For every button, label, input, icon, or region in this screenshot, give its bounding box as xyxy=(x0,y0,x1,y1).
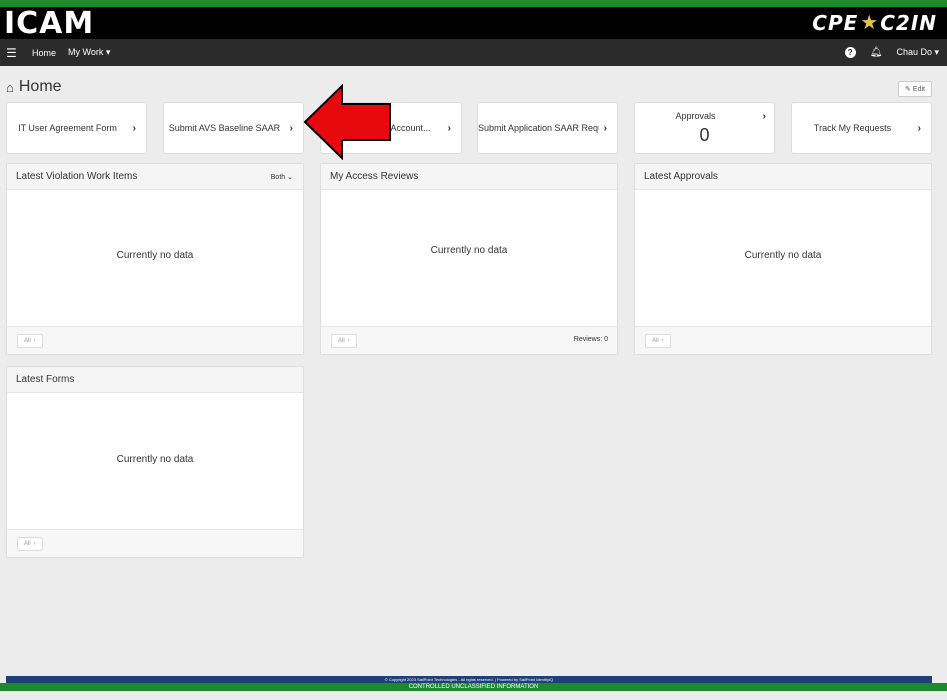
icam-logo[interactable]: ICAM xyxy=(4,5,95,41)
widget-footer: All › xyxy=(7,529,303,557)
c2in-logo-text: C2IN xyxy=(880,11,937,35)
filter-label: Both xyxy=(270,174,286,181)
all-button[interactable]: All › xyxy=(17,334,43,348)
home-icon: ⌂ xyxy=(6,79,14,95)
tile-submit-avs-baseline-saar[interactable]: Submit AVS Baseline SAAR › xyxy=(163,102,304,154)
edit-button-label: Edit xyxy=(912,85,925,93)
tile-label: Submit Application SAAR Requ... xyxy=(478,123,599,133)
widget-title: Latest Forms xyxy=(16,374,75,385)
empty-state-text: Currently no data xyxy=(116,454,194,465)
widget-my-access-reviews: My Access Reviews Currently no data All ›… xyxy=(320,163,618,355)
tile-track-my-requests[interactable]: Track My Requests › xyxy=(791,102,932,154)
chevron-right-icon: › xyxy=(447,122,451,134)
chevron-right-icon: › xyxy=(132,122,136,134)
widget-title: Latest Approvals xyxy=(644,171,718,182)
icam-logo-text: ICAM xyxy=(4,5,95,41)
widget-footer: All › xyxy=(7,326,303,354)
empty-state-text: Currently no data xyxy=(744,250,822,261)
nav-my-work-dropdown[interactable]: My Work ▾ xyxy=(68,47,110,58)
page-title-text: Home xyxy=(18,78,62,95)
user-menu-dropdown[interactable]: Chau Do ▾ xyxy=(896,47,939,58)
all-button[interactable]: All › xyxy=(331,334,357,348)
tile-approvals[interactable]: Approvals › 0 xyxy=(634,102,775,154)
tile-label: Track My Requests xyxy=(813,123,892,133)
tile-label: IT User Agreement Form xyxy=(18,123,117,133)
cpe-logo-text: CPE xyxy=(812,11,859,35)
tile-it-user-agreement[interactable]: IT User Agreement Form › xyxy=(6,102,147,154)
all-button[interactable]: All › xyxy=(645,334,671,348)
approvals-count: 0 xyxy=(699,125,710,145)
page-title: ⌂ Home xyxy=(6,78,62,96)
chevron-right-icon: › xyxy=(289,122,293,134)
pencil-icon: ✎ xyxy=(905,86,911,93)
chevron-right-icon: › xyxy=(33,338,36,344)
widget-latest-forms: Latest Forms Currently no data All › xyxy=(6,366,304,558)
widget-footer: All › Reviews: 0 xyxy=(321,326,617,354)
chevron-down-icon: ⌄ xyxy=(287,174,293,181)
chevron-right-icon: › xyxy=(762,111,766,122)
red-arrow-annotation xyxy=(303,84,391,160)
widget-header: My Access Reviews xyxy=(321,164,617,190)
widget-latest-violation-work-items: Latest Violation Work Items Both ⌄ Curre… xyxy=(6,163,304,355)
widget-footer: All › xyxy=(635,326,931,354)
all-button-label: All xyxy=(24,338,31,344)
nav-home-link[interactable]: Home xyxy=(32,48,56,58)
reviews-count: Reviews: 0 xyxy=(573,336,608,343)
chevron-right-icon: › xyxy=(603,122,607,134)
widget-title: My Access Reviews xyxy=(330,171,419,182)
chevron-right-icon: › xyxy=(917,122,921,134)
chevron-right-icon: › xyxy=(33,541,36,547)
tile-label: Approvals xyxy=(675,111,716,121)
all-button-label: All xyxy=(652,338,659,344)
all-button[interactable]: All › xyxy=(17,537,43,551)
classification-banner: CONTROLLED UNCLASSIFIED INFORMATION xyxy=(0,683,947,691)
notification-bell-icon[interactable]: 🔔︎ xyxy=(870,47,883,58)
all-button-label: All xyxy=(24,541,31,547)
widget-header: Latest Approvals xyxy=(635,164,931,190)
widget-title: Latest Violation Work Items xyxy=(16,171,138,182)
tile-label: Submit AVS Baseline SAAR xyxy=(168,123,281,133)
help-icon[interactable]: ? xyxy=(844,47,856,58)
widget-header: Latest Violation Work Items Both ⌄ xyxy=(7,164,303,190)
main-nav: ☰ Home My Work ▾ ? 🔔︎ Chau Do ▾ xyxy=(0,39,947,66)
widget-header: Latest Forms xyxy=(7,367,303,393)
chevron-right-icon: › xyxy=(347,338,350,344)
filter-both-dropdown[interactable]: Both ⌄ xyxy=(271,173,293,181)
star-icon: ★ xyxy=(860,12,879,34)
brand-header: ICAM CPE ★ C2IN xyxy=(0,5,947,41)
nav-right-group: ? 🔔︎ Chau Do ▾ xyxy=(844,39,939,66)
all-button-label: All xyxy=(338,338,345,344)
widget-latest-approvals: Latest Approvals Currently no data All › xyxy=(634,163,932,355)
footer-copyright: © Copyright 2023 SailPoint Technologies … xyxy=(384,677,554,682)
hamburger-menu-icon[interactable]: ☰ xyxy=(6,46,20,60)
tile-submit-application-saar[interactable]: Submit Application SAAR Requ... › xyxy=(477,102,618,154)
cpe-c2in-logo: CPE ★ C2IN xyxy=(812,7,937,39)
empty-state-text: Currently no data xyxy=(116,250,194,261)
top-accent-bar xyxy=(0,0,947,7)
empty-state-text: Currently no data xyxy=(430,245,508,256)
chevron-right-icon: › xyxy=(661,338,664,344)
edit-button[interactable]: ✎ Edit xyxy=(898,81,932,97)
